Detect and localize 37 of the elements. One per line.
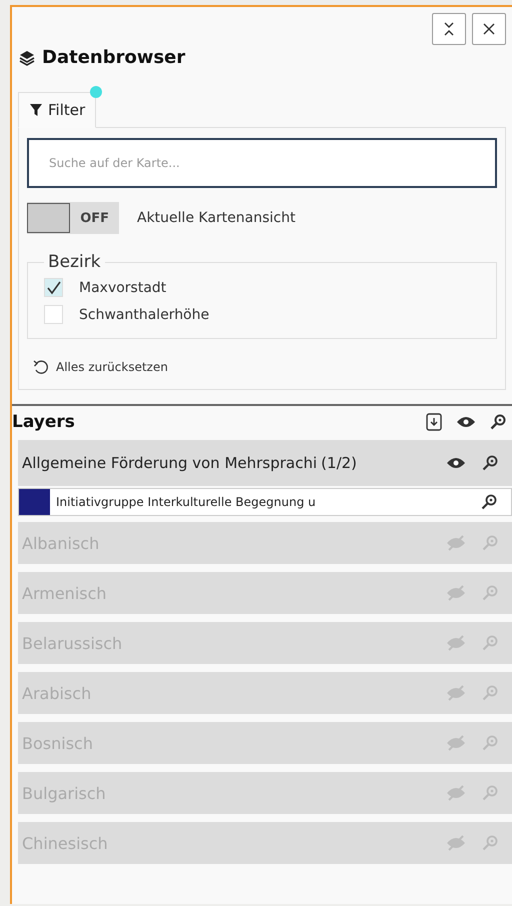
search-field[interactable]: Suche auf der Karte... (27, 138, 497, 188)
panel-title: Datenbrowser (42, 47, 186, 68)
eye-slash-icon[interactable] (446, 535, 466, 551)
close-icon (483, 23, 495, 35)
group-legend: Bezirk (44, 252, 105, 272)
toggle-label: Aktuelle Kartenansicht (137, 210, 296, 226)
checkbox-label: Maxvorstadt (79, 280, 166, 296)
checkbox[interactable] (44, 305, 63, 324)
checkbox[interactable] (44, 278, 63, 297)
collapse-icon (443, 21, 455, 37)
eye-slash-icon[interactable] (446, 585, 466, 601)
zoom-icon[interactable] (482, 455, 498, 471)
eye-slash-icon[interactable] (446, 835, 466, 851)
eye-slash-icon[interactable] (446, 635, 466, 651)
filter-tab[interactable]: Filter (18, 92, 96, 128)
eye-slash-icon[interactable] (446, 735, 466, 751)
close-button[interactable] (472, 13, 506, 45)
eye-slash-icon[interactable] (446, 785, 466, 801)
layer-name: Allgemeine Förderung von Mehrsprachi (22, 454, 318, 472)
eye-icon[interactable] (446, 456, 466, 470)
layer-row[interactable]: Allgemeine Förderung von Mehrsprachi (1/2) (18, 440, 512, 486)
layers-heading: Layers (12, 412, 75, 432)
undo-icon (33, 359, 49, 375)
sublayer-row[interactable]: Initiativgruppe Interkulturelle Begegnung u (18, 488, 512, 516)
sublayer-name: Initiativgruppe Interkulturelle Begegnung u (56, 495, 316, 509)
toggle-switch[interactable]: OFF (27, 202, 119, 234)
download-icon[interactable] (426, 413, 442, 431)
layer-count: (1/2) (321, 454, 357, 472)
checkbox-label: Schwanthalerhöhe (79, 306, 210, 322)
eye-slash-icon[interactable] (446, 685, 466, 701)
zoom-icon[interactable] (490, 414, 506, 430)
reset-link[interactable]: Alles zurücksetzen (56, 360, 168, 374)
eye-icon[interactable] (456, 415, 476, 429)
collapse-button[interactable] (432, 13, 466, 45)
funnel-icon (29, 103, 43, 117)
layers-icon (18, 48, 36, 66)
zoom-icon[interactable] (481, 494, 497, 510)
